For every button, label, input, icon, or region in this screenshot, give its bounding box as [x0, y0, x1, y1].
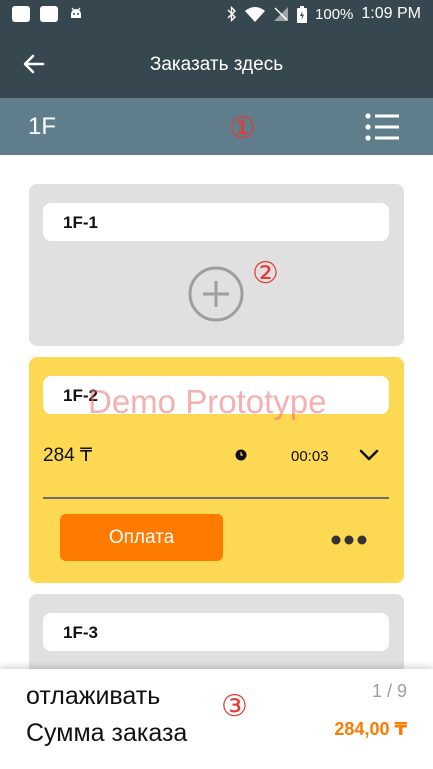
bluetooth-icon — [227, 6, 237, 22]
order-total-value: 284,00 ₸ — [334, 719, 407, 739]
clock-icon — [235, 449, 247, 461]
table-list: 1F-1 1F-2 284 ₸ 00:03 Оплата 1F-3 — [0, 155, 433, 669]
status-bar: 100% 1:09 PM — [0, 0, 433, 30]
clock-time: 1:09 PM — [361, 5, 421, 22]
wifi-icon — [245, 7, 266, 22]
app-bar: Заказать здесь — [0, 30, 433, 98]
message-icon — [12, 6, 30, 22]
battery-icon — [297, 5, 308, 23]
annotation-marker-3: ③ — [221, 690, 248, 723]
order-total-label: Сумма заказа — [26, 719, 188, 747]
order-summary-footer: отлаживать Сумма заказа 1 / 9 284,00 ₸ — [0, 669, 433, 769]
annotation-marker-2: ② — [252, 257, 279, 290]
table-card-1f-3[interactable]: 1F-3 — [29, 594, 404, 669]
battery-percent: 100% — [315, 5, 354, 23]
table-name: 1F-3 — [43, 613, 389, 651]
annotation-marker-1: ① — [229, 112, 256, 145]
chevron-down-icon[interactable] — [359, 448, 379, 462]
divider — [43, 497, 389, 499]
table-name: 1F-2 — [43, 376, 389, 414]
floor-bar: 1F — [0, 98, 433, 155]
page-title: Заказать здесь — [149, 54, 284, 75]
android-icon — [71, 7, 81, 18]
order-amount: 284 ₸ — [43, 445, 93, 466]
image-icon — [40, 6, 58, 22]
table-name: 1F-1 — [43, 203, 389, 241]
pay-button[interactable]: Оплата — [60, 514, 223, 561]
add-order-icon[interactable] — [187, 265, 245, 323]
signal-icon — [274, 7, 289, 21]
list-icon[interactable] — [365, 112, 399, 142]
footer-debug-label: отлаживать — [26, 682, 161, 710]
floor-name: 1F — [28, 113, 57, 140]
more-options-icon[interactable] — [331, 534, 367, 546]
page-indicator: 1 / 9 — [371, 681, 407, 701]
elapsed-timer: 00:03 — [291, 448, 329, 465]
table-card-1f-1[interactable]: 1F-1 — [29, 184, 404, 346]
table-card-1f-2[interactable]: 1F-2 284 ₸ 00:03 Оплата — [29, 357, 404, 583]
